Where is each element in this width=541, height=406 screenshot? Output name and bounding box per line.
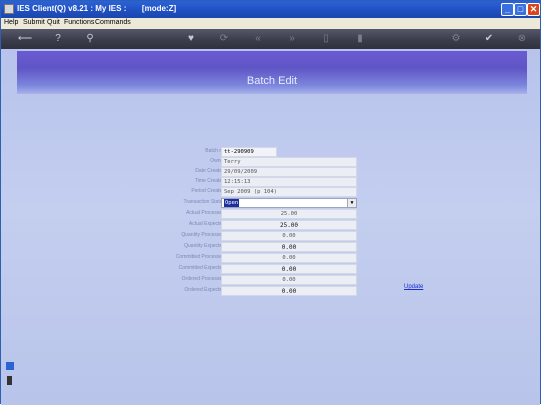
transaction-status-value: Open xyxy=(224,199,240,207)
quantity-processed-row: Quantity Processed 0.00 xyxy=(151,231,361,241)
side-book-icon[interactable] xyxy=(7,376,12,385)
committed-processed-label: Committed Processed xyxy=(175,254,225,260)
app-window: IES Client(Q) v8.21 : My IES : [mode:Z] … xyxy=(0,0,541,405)
quantity-expected-field[interactable]: 0.00 xyxy=(221,242,357,252)
quantity-processed-value: 0.00 xyxy=(221,231,357,241)
menu-quit[interactable]: Quit xyxy=(47,19,60,26)
time-created-row: Time Created 12:15:13 xyxy=(151,177,361,187)
committed-processed-row: Committed Processed 0.00 xyxy=(151,253,361,263)
side-info-icon[interactable] xyxy=(6,362,14,370)
toolbar: ⟵ ? ⚲ ♥ ⟳ « » ▯ ▮ ⚙ ✔ ⊗ xyxy=(1,29,540,49)
back-arrow-icon[interactable]: ⟵ xyxy=(15,32,35,46)
maximize-button[interactable]: □ xyxy=(514,3,527,16)
refresh-icon[interactable]: ⟳ xyxy=(217,32,231,46)
doc-icon[interactable]: ▯ xyxy=(319,32,333,46)
minimize-button[interactable]: _ xyxy=(501,3,514,16)
committed-expected-row: Committed Expected 0.00 xyxy=(151,264,361,274)
date-created-field[interactable]: 29/09/2009 xyxy=(221,167,357,177)
period-created-field[interactable]: Sep 2009 (p 104) xyxy=(221,187,357,197)
quantity-processed-label: Quantity Processed xyxy=(181,232,225,238)
check-icon[interactable]: ✔ xyxy=(482,32,496,46)
quantity-expected-label: Quantity Expected xyxy=(184,243,225,249)
batch-no-value: tt-290909 xyxy=(221,147,277,157)
ordered-expected-label: Ordered Expected xyxy=(184,287,225,293)
menu-help[interactable]: Help xyxy=(4,19,18,26)
date-created-row: Date Created 29/09/2009 xyxy=(151,167,361,177)
header-band: Batch Edit xyxy=(17,51,527,94)
actual-processed-label: Actual Processed xyxy=(186,210,225,216)
window-title: IES Client(Q) v8.21 : My IES : [mode:Z] xyxy=(17,4,177,13)
menu-functions[interactable]: Functions xyxy=(64,19,94,26)
actual-processed-row: Actual Processed 25.00 xyxy=(151,209,361,219)
title-bar[interactable]: IES Client(Q) v8.21 : My IES : [mode:Z] … xyxy=(1,1,540,18)
ordered-processed-label: Ordered Processed xyxy=(181,276,225,282)
previous-icon[interactable]: « xyxy=(251,32,265,46)
quantity-expected-row: Quantity Expected 0.00 xyxy=(151,242,361,252)
close-button[interactable]: ✕ xyxy=(527,3,540,16)
settings-icon[interactable]: ⚙ xyxy=(449,32,463,46)
transaction-status-row: Transaction Status Open ▼ xyxy=(151,198,361,208)
ordered-processed-value: 0.00 xyxy=(221,275,357,285)
batch-no-row: Batch no tt-290909 xyxy=(151,147,361,157)
committed-processed-value: 0.00 xyxy=(221,253,357,263)
chevron-down-icon[interactable]: ▼ xyxy=(347,199,356,207)
app-icon xyxy=(4,4,14,14)
owner-field[interactable]: Terry xyxy=(221,157,357,167)
cancel-icon[interactable]: ⊗ xyxy=(515,32,529,46)
committed-expected-field[interactable]: 0.00 xyxy=(221,264,357,274)
actual-expected-field[interactable]: 25.00 xyxy=(221,220,357,230)
search-icon[interactable]: ⚲ xyxy=(83,32,97,46)
menu-bar: Help Submit Quit Functions Commands xyxy=(1,18,540,29)
help-icon[interactable]: ? xyxy=(51,32,65,46)
update-link[interactable]: Update xyxy=(404,284,423,290)
owner-row: Owner Terry xyxy=(151,157,361,167)
actual-expected-label: Actual Expected xyxy=(188,221,225,227)
transaction-status-select[interactable]: Open ▼ xyxy=(221,198,357,208)
heart-icon[interactable]: ♥ xyxy=(184,32,198,46)
page-title: Batch Edit xyxy=(246,75,298,87)
period-created-label: Period Created xyxy=(191,188,225,194)
ordered-processed-row: Ordered Processed 0.00 xyxy=(151,275,361,285)
menu-commands[interactable]: Commands xyxy=(95,19,131,26)
ordered-expected-field[interactable]: 0.00 xyxy=(221,286,357,296)
delete-icon[interactable]: ▮ xyxy=(353,32,367,46)
menu-submit[interactable]: Submit xyxy=(23,19,45,26)
transaction-status-label: Transaction Status xyxy=(183,199,225,205)
committed-expected-label: Committed Expected xyxy=(178,265,225,271)
actual-processed-value: 25.00 xyxy=(221,209,357,219)
ordered-expected-row: Ordered Expected 0.00 xyxy=(151,286,361,296)
content-area: Batch Edit Batch no tt-290909 Owner Terr… xyxy=(1,49,540,405)
actual-expected-row: Actual Expected 25.00 xyxy=(151,220,361,230)
period-created-row: Period Created Sep 2009 (p 104) xyxy=(151,187,361,197)
next-icon[interactable]: » xyxy=(285,32,299,46)
time-created-field[interactable]: 12:15:13 xyxy=(221,177,357,187)
